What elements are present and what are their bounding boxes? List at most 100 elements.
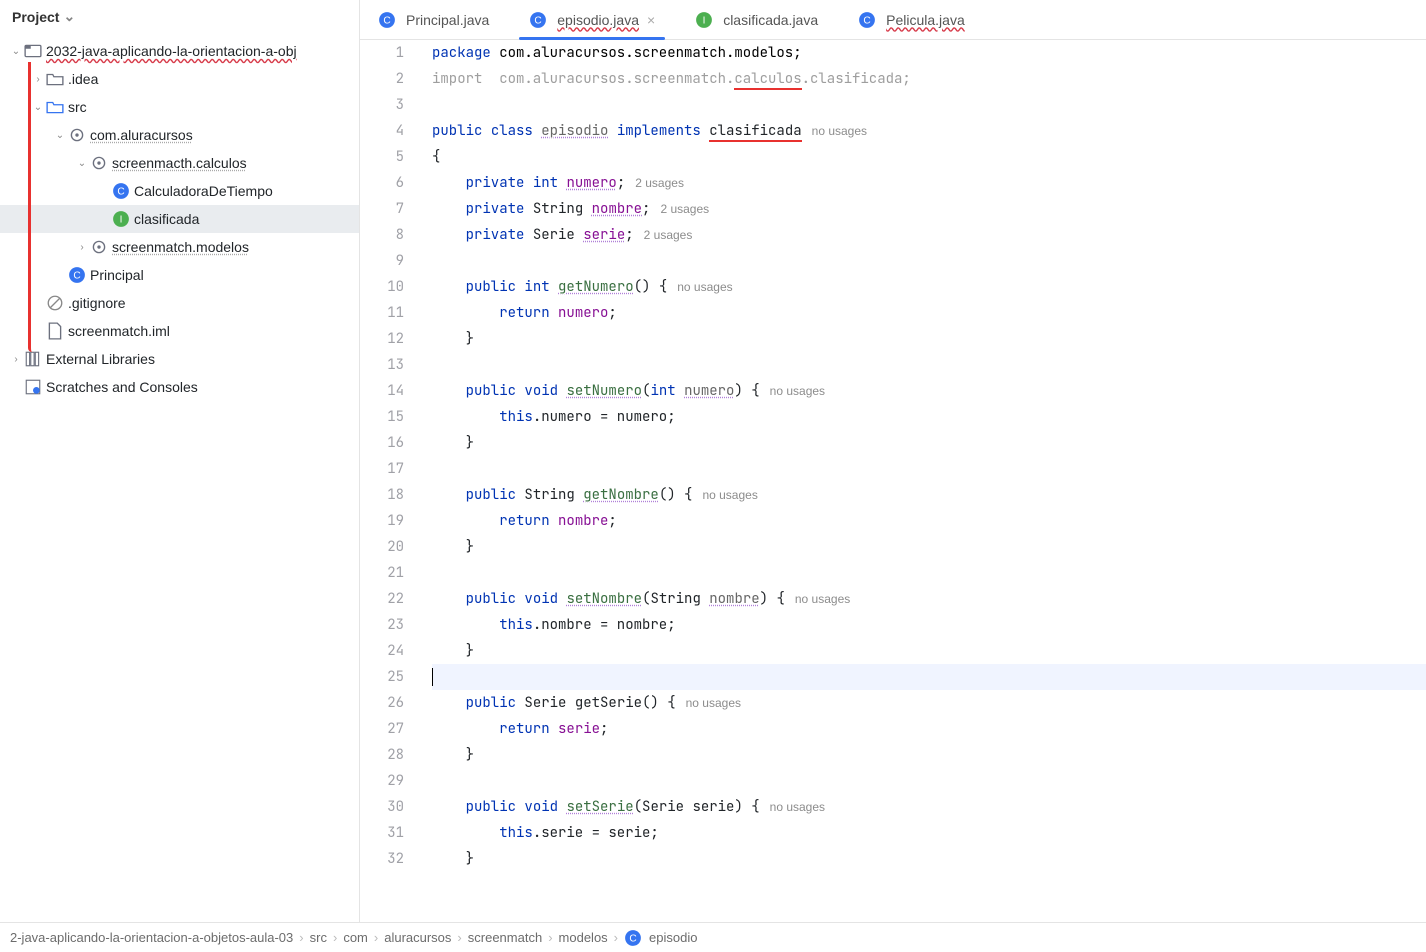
tree-item-label: .idea (68, 71, 98, 87)
class-icon: C (624, 929, 642, 947)
line-number: 23 (360, 612, 404, 638)
tree-item[interactable]: ⌄ src (0, 93, 359, 121)
line-number: 3 (360, 92, 404, 118)
class-icon: C (529, 11, 547, 29)
breadcrumb[interactable]: 2-java-aplicando-la-orientacion-a-objeto… (0, 922, 1426, 952)
editor-tab[interactable]: Cepisodio.java × (523, 0, 661, 39)
tree-item-label: screenmacth.calculos (112, 155, 247, 171)
tree-item-label: screenmatch.modelos (112, 239, 249, 255)
tree-item[interactable]: › External Libraries (0, 345, 359, 373)
tree-item[interactable]: ⌄2032-java-aplicando-la-orientacion-a-ob… (0, 37, 359, 65)
line-number: 7 (360, 196, 404, 222)
chevron-right-icon[interactable]: › (74, 242, 90, 253)
svg-text:C: C (535, 15, 542, 26)
close-icon[interactable]: × (647, 12, 655, 28)
line-number: 22 (360, 586, 404, 612)
tab-label: Principal.java (406, 12, 489, 28)
editor-body[interactable]: 1234567891011121314151617181920212223242… (360, 40, 1426, 922)
line-number: 10 (360, 274, 404, 300)
line-number: 20 (360, 534, 404, 560)
chevron-right-icon: › (333, 930, 337, 945)
line-number: 6 (360, 170, 404, 196)
sidebar-header[interactable]: Project ⌄ (0, 0, 359, 33)
editor-tab[interactable]: C Pelicula.java (852, 0, 971, 39)
chevron-down-icon[interactable]: ⌄ (8, 46, 24, 57)
tree-item[interactable]: .gitignore (0, 289, 359, 317)
breadcrumb-item[interactable]: com (343, 930, 368, 945)
class-icon: C (68, 266, 86, 284)
tree-item[interactable]: Scratches and Consoles (0, 373, 359, 401)
tree-item[interactable]: CCalculadoraDeTiempo (0, 177, 359, 205)
chevron-right-icon: › (299, 930, 303, 945)
tab-label: episodio.java (557, 12, 639, 28)
line-number: 31 (360, 820, 404, 846)
line-number: 16 (360, 430, 404, 456)
tree-item[interactable]: ⌄ com.aluracursos (0, 121, 359, 149)
tree-item-label: src (68, 99, 87, 115)
tree-item-label: External Libraries (46, 351, 155, 367)
tree-item-label: com.aluracursos (90, 127, 193, 143)
tree-item[interactable]: ⌄ screenmacth.calculos (0, 149, 359, 177)
package-icon (68, 126, 86, 144)
chevron-down-icon[interactable]: ⌄ (30, 102, 46, 113)
editor-tab[interactable]: C Principal.java (372, 0, 495, 39)
line-number: 14 (360, 378, 404, 404)
tree-item[interactable]: › screenmatch.modelos (0, 233, 359, 261)
tree-item[interactable]: › .idea (0, 65, 359, 93)
chevron-down-icon[interactable]: ⌄ (52, 130, 68, 141)
line-number: 25 (360, 664, 404, 690)
editor-tab[interactable]: Iclasificada.java (689, 0, 824, 39)
text-caret (432, 668, 433, 686)
ignore-icon (46, 294, 64, 312)
chevron-right-icon: › (374, 930, 378, 945)
class-icon: C (378, 11, 396, 29)
chevron-right-icon: › (457, 930, 461, 945)
project-tree: ⌄2032-java-aplicando-la-orientacion-a-ob… (0, 33, 359, 922)
tree-item[interactable]: Iclasificada (0, 205, 359, 233)
folder-icon (46, 70, 64, 88)
line-number: 11 (360, 300, 404, 326)
package-icon (90, 154, 108, 172)
line-number: 13 (360, 352, 404, 378)
line-number: 26 (360, 690, 404, 716)
chevron-down-icon: ⌄ (63, 8, 75, 25)
line-number: 30 (360, 794, 404, 820)
breadcrumb-item[interactable]: aluracursos (384, 930, 451, 945)
tab-label: clasificada.java (723, 12, 818, 28)
tree-item-label: Principal (90, 267, 144, 283)
class-icon: C (858, 11, 876, 29)
code-content[interactable]: package com.aluracursos.screenmatch.mode… (420, 40, 1426, 922)
line-number: 2 (360, 66, 404, 92)
line-number: 27 (360, 716, 404, 742)
editor-area: C Principal.java Cepisodio.java × Iclasifica… (360, 0, 1426, 922)
chevron-right-icon[interactable]: › (8, 354, 24, 365)
line-number: 17 (360, 456, 404, 482)
tree-item[interactable]: CPrincipal (0, 261, 359, 289)
tree-item[interactable]: screenmatch.iml (0, 317, 359, 345)
breadcrumb-item[interactable]: modelos (559, 930, 608, 945)
breadcrumb-item[interactable]: screenmatch (468, 930, 542, 945)
line-number: 32 (360, 846, 404, 872)
tree-item-label: screenmatch.iml (68, 323, 170, 339)
scratch-icon (24, 378, 42, 396)
sidebar-title: Project (12, 9, 59, 25)
folder-src-icon (46, 98, 64, 116)
line-gutter: 1234567891011121314151617181920212223242… (360, 40, 420, 922)
chevron-right-icon: › (614, 930, 618, 945)
breadcrumb-item[interactable]: Cepisodio (624, 929, 697, 947)
breadcrumb-item[interactable]: 2-java-aplicando-la-orientacion-a-objeto… (10, 930, 293, 945)
tab-label: Pelicula.java (886, 12, 965, 28)
package-icon (90, 238, 108, 256)
line-number: 19 (360, 508, 404, 534)
interface-icon: I (695, 11, 713, 29)
interface-icon: I (112, 210, 130, 228)
tree-item-label: Scratches and Consoles (46, 379, 198, 395)
svg-text:I: I (703, 15, 706, 26)
chevron-right-icon[interactable]: › (30, 74, 46, 85)
tree-item-label: clasificada (134, 211, 199, 227)
class-icon: C (112, 182, 130, 200)
line-number: 29 (360, 768, 404, 794)
chevron-down-icon[interactable]: ⌄ (74, 158, 90, 169)
breadcrumb-item[interactable]: src (310, 930, 327, 945)
line-number: 12 (360, 326, 404, 352)
